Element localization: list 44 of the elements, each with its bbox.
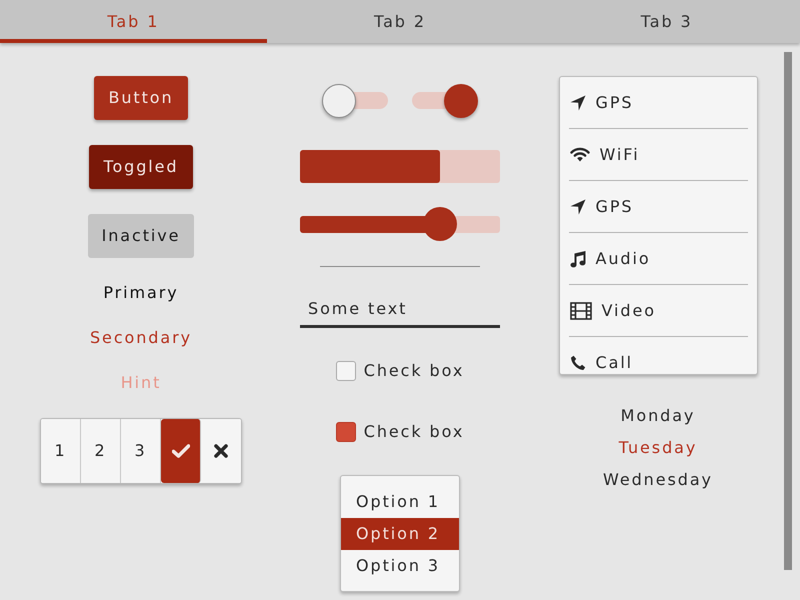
check-icon	[172, 444, 190, 458]
close-icon	[214, 444, 228, 458]
day-item[interactable]: Wednesday	[603, 464, 713, 496]
menu-item[interactable]: Video	[560, 285, 756, 336]
text-field[interactable]: Some text	[300, 292, 500, 328]
dropdown-option[interactable]: Option 3	[341, 550, 459, 582]
scrollbar[interactable]	[784, 52, 792, 570]
secondary-label: Secondary	[90, 327, 192, 349]
location-arrow-icon	[570, 198, 586, 214]
film-strip-icon	[570, 302, 592, 320]
slider-thumb[interactable]	[423, 207, 457, 241]
tab[interactable]: Tab 3	[533, 0, 800, 43]
toggle-switch[interactable]	[322, 84, 388, 118]
segmented-control[interactable]: 1 2 3	[40, 418, 242, 484]
checkbox-label[interactable]: Check box	[364, 361, 464, 381]
wifi-icon	[570, 147, 590, 162]
toggle-switch[interactable]	[412, 84, 478, 118]
day-item[interactable]: Monday	[620, 400, 696, 432]
checkbox[interactable]	[336, 361, 356, 381]
dropdown-option[interactable]: Option 2	[341, 518, 459, 550]
dropdown-option[interactable]: Option 1	[341, 486, 459, 518]
tab[interactable]: Tab 1	[0, 0, 267, 43]
hint-label: Hint	[120, 372, 162, 394]
checkbox[interactable]	[336, 422, 356, 442]
checkbox-label[interactable]: Check box	[364, 422, 464, 442]
phone-icon	[570, 354, 586, 370]
menu-item[interactable]: GPS	[560, 77, 756, 128]
menu-item[interactable]: GPS	[560, 181, 756, 232]
segment-button[interactable]	[201, 419, 241, 483]
segment-button[interactable]	[161, 419, 201, 483]
primary-label: Primary	[103, 282, 179, 304]
menu-item[interactable]: WiFi	[560, 129, 756, 180]
menu-item[interactable]: Call	[560, 337, 756, 374]
segment-button[interactable]: 3	[121, 419, 161, 483]
segment-button[interactable]: 2	[81, 419, 121, 483]
tab[interactable]: Tab 2	[266, 0, 534, 43]
button[interactable]: Button	[94, 76, 188, 120]
segment-button[interactable]: 1	[41, 419, 81, 483]
music-note-icon	[570, 250, 586, 268]
location-arrow-icon	[570, 94, 586, 110]
slider[interactable]	[300, 207, 500, 241]
menu-item[interactable]: Audio	[560, 233, 756, 284]
toggle-button[interactable]: Toggled	[89, 145, 193, 189]
day-item[interactable]: Tuesday	[618, 432, 698, 464]
